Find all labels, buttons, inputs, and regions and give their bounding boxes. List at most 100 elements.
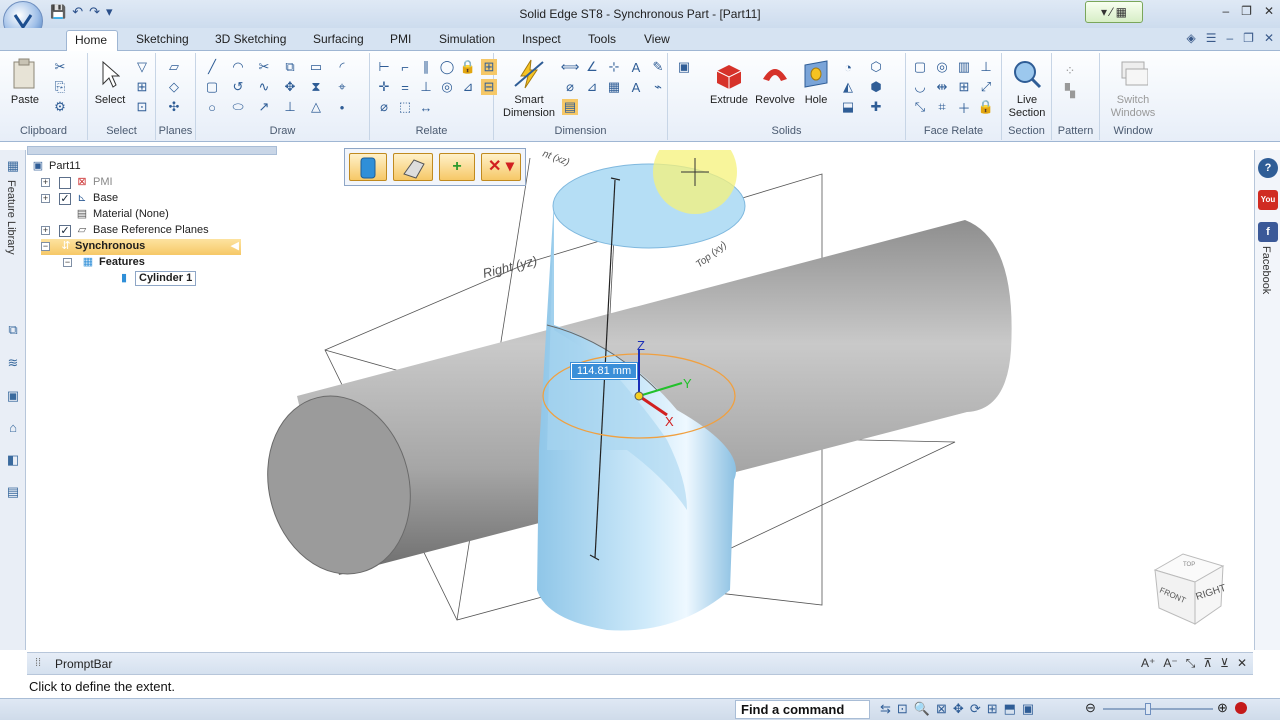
feature-library-icon[interactable]: ▦ (4, 158, 22, 176)
visibility-checkbox[interactable]: ✓ (59, 225, 71, 237)
layers-icon[interactable]: ≋ (4, 355, 22, 373)
coplanar-icon[interactable]: ▢ (912, 59, 928, 75)
family-of-parts-icon[interactable]: ▤ (4, 484, 22, 502)
revolve-button[interactable]: Revolve (752, 57, 798, 107)
save-icon[interactable]: 💾 (50, 4, 66, 20)
trim-icon[interactable]: ✂ (256, 59, 272, 75)
rotate-icon[interactable]: ⟳ (970, 701, 981, 717)
point-icon[interactable]: • (334, 99, 350, 115)
format-painter-icon[interactable]: ⚙ (52, 99, 68, 115)
concentric-icon[interactable]: ◎ (439, 79, 455, 95)
extent-step-button[interactable] (393, 153, 433, 181)
tree-item-synchronous[interactable]: − ⇵ Synchronous ◀ (41, 239, 241, 255)
maximize-button[interactable]: ❐ (1241, 4, 1252, 18)
draft-icon[interactable]: ◭ (840, 79, 856, 95)
annotation-icon[interactable]: ✎ (650, 59, 666, 75)
record-icon[interactable] (1235, 702, 1247, 714)
horizontal-face-icon[interactable]: ⤢ (978, 79, 994, 95)
midpoint-icon[interactable]: ↔ (418, 99, 434, 115)
parallel-icon[interactable]: ∥ (418, 59, 434, 75)
rigid-set-icon[interactable]: ⬚ (397, 99, 413, 115)
doc-minimize-icon[interactable]: ‒ (1226, 31, 1233, 45)
expand-icon[interactable]: ⤡ (1186, 656, 1196, 671)
expand-icon[interactable]: + (41, 194, 50, 203)
tangent-icon[interactable]: ◯ (439, 59, 455, 75)
plane-icon[interactable]: ▱ (166, 59, 182, 75)
collinear-icon[interactable]: ⌀ (376, 99, 392, 115)
minimize-button[interactable]: ‒ (1222, 4, 1229, 18)
zoom-in-icon[interactable]: ⊕ (1217, 700, 1228, 716)
teamcenter-icon[interactable]: ⌂ (4, 420, 22, 438)
angular-coordinate-icon[interactable]: ⊿ (584, 79, 600, 95)
filter-icon[interactable]: ▽ (134, 59, 150, 75)
view-cube[interactable]: FRONT RIGHT TOP (1153, 553, 1228, 625)
zoom-thumb[interactable] (1145, 703, 1151, 715)
round-icon[interactable]: ◔ (840, 59, 856, 75)
dimension-value-box[interactable]: 114.81 mm (570, 362, 638, 380)
text-style-icon[interactable]: A (628, 79, 644, 95)
close-button[interactable]: ✕ (1264, 4, 1274, 18)
add-material-button[interactable]: + (439, 153, 475, 181)
doc-restore-icon[interactable]: ❐ (1243, 31, 1254, 45)
rectangle-icon[interactable]: ▭ (308, 59, 324, 75)
sticky-select-icon[interactable]: ⊡ (134, 99, 150, 115)
fillet-icon[interactable]: ◜ (334, 59, 350, 75)
select-tools-icon[interactable]: ⊞ (134, 79, 150, 95)
close-prompt-icon[interactable]: ✕ (1237, 656, 1247, 671)
grip-icon[interactable]: ⁞⁞ (35, 657, 41, 669)
visibility-checkbox[interactable] (59, 177, 71, 189)
symmetric-face-icon[interactable]: ⇹ (934, 79, 950, 95)
qat-more-icon[interactable]: ▾ (106, 4, 113, 20)
coincident-plane-icon[interactable]: ◇ (166, 79, 182, 95)
mirror-icon[interactable]: ⧗ (308, 79, 324, 95)
split-icon[interactable]: ⊥ (282, 99, 298, 115)
switch-windows-button[interactable]: Switch Windows (1102, 57, 1164, 120)
arc-icon[interactable]: ◠ (230, 59, 246, 75)
tab-home[interactable]: Home (66, 30, 118, 51)
sketch-view-icon[interactable]: ⊞ (987, 701, 998, 717)
distance-between-icon[interactable]: ⟺ (561, 59, 580, 75)
tab-view[interactable]: View (636, 30, 678, 51)
zoom-slider[interactable]: ⊖ ⊕ (1085, 700, 1247, 717)
help-icon[interactable]: ? (1258, 158, 1278, 178)
font-increase-icon[interactable]: A⁺ (1141, 656, 1155, 671)
part-box-icon[interactable]: ▣ (676, 59, 692, 75)
help-options-icon[interactable]: ☰ (1206, 31, 1217, 45)
coaxial-icon[interactable]: ◎ (934, 59, 950, 75)
ground-icon[interactable]: ＋ (956, 99, 972, 116)
move-icon[interactable]: ✥ (282, 79, 298, 95)
extrude-button[interactable]: Extrude (706, 57, 752, 107)
connect-icon[interactable]: ⌐ (397, 59, 413, 75)
zoom-track[interactable] (1103, 708, 1213, 710)
offset-face-icon[interactable]: ⊞ (956, 79, 972, 95)
horizontal-vertical-icon[interactable]: ✛ (376, 79, 392, 95)
hole-button[interactable]: Hole (798, 57, 834, 107)
circle-icon[interactable]: ○ (204, 99, 220, 115)
dimension-axis-icon[interactable]: ⊢ (376, 59, 392, 75)
zoom-out-icon[interactable]: ⊖ (1085, 700, 1096, 716)
expand-icon[interactable]: + (41, 178, 50, 187)
cancel-button[interactable]: ✕ ▾ (481, 153, 521, 181)
fit-icon[interactable]: ⊠ (936, 701, 947, 717)
zoom-area-icon[interactable]: ⊡ (897, 701, 908, 717)
pin-icon[interactable]: ⊼ (1203, 656, 1212, 671)
tab-simulation[interactable]: Simulation (431, 30, 503, 51)
redo-icon[interactable]: ↷ (89, 4, 100, 20)
perpendicular-icon[interactable]: ⊥ (418, 79, 434, 95)
tab-inspect[interactable]: Inspect (514, 30, 569, 51)
perpendicular-face-icon[interactable]: ⊥ (978, 59, 994, 75)
pathfinder-icon[interactable]: ⧉ (4, 322, 22, 340)
extend-icon[interactable]: ↗ (256, 99, 272, 115)
pan-icon[interactable]: ✥ (953, 701, 964, 717)
rib-icon[interactable]: ⬢ (868, 79, 884, 95)
curve-icon[interactable]: ∿ (256, 79, 272, 95)
previous-view-icon[interactable]: ⇆ (880, 701, 891, 717)
visibility-checkbox[interactable]: ✓ (59, 193, 71, 205)
text-icon[interactable]: A (628, 59, 644, 75)
line-icon[interactable]: ╱ (204, 59, 220, 75)
ellipse-icon[interactable]: ⬭ (230, 99, 246, 115)
youtube-icon[interactable]: You (1258, 190, 1278, 210)
tree-item-base[interactable]: + ✓ ⊾ Base (41, 191, 261, 207)
thin-wall-icon[interactable]: ⬡ (868, 59, 884, 75)
mirror-pattern-icon[interactable]: ▚ (1062, 83, 1078, 99)
